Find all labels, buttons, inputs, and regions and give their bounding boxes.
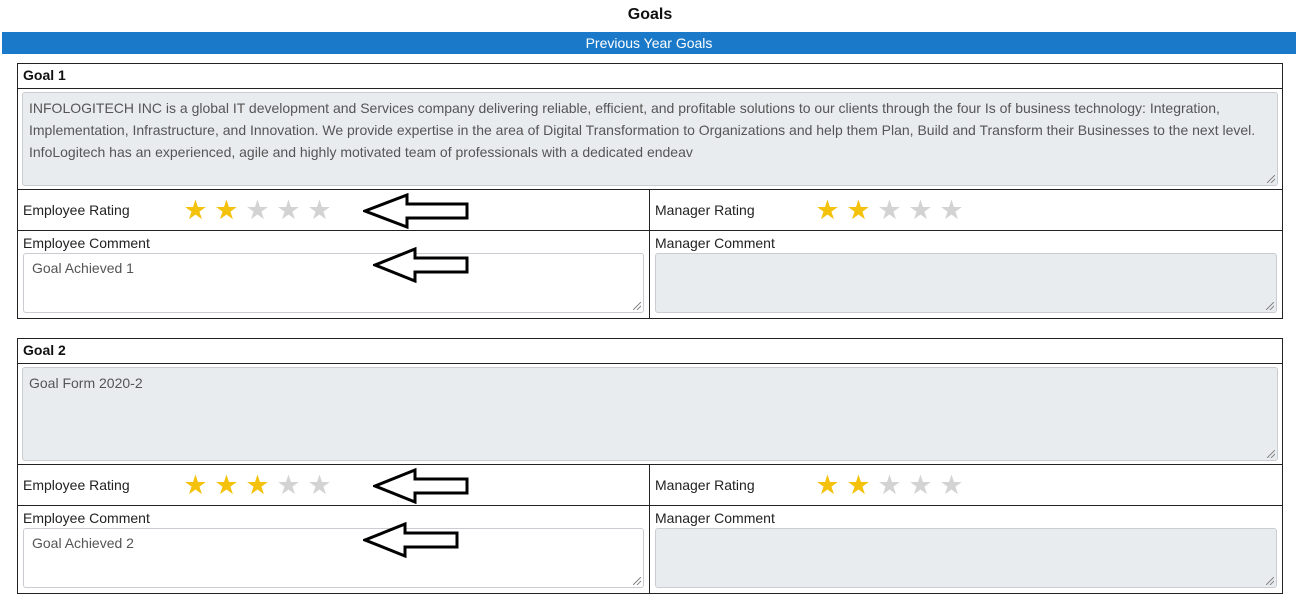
star-icon: ★	[815, 469, 840, 500]
star-icon[interactable]: ★	[212, 471, 241, 499]
left-arrow-icon	[363, 522, 459, 558]
employee-rating-cell: Employee Rating ★ ★ ★ ★ ★	[18, 190, 650, 230]
star-icon: ★	[877, 469, 902, 500]
goal-description-field[interactable]: INFOLOGITECH INC is a global IT developm…	[22, 92, 1278, 186]
star-icon: ★	[815, 194, 840, 225]
manager-comment-label: Manager Comment	[655, 235, 775, 251]
employee-comment-label: Employee Comment	[23, 510, 150, 526]
star-icon: ★	[877, 194, 902, 225]
employee-comment-label: Employee Comment	[23, 235, 150, 251]
left-arrow-icon	[373, 468, 469, 504]
resize-grip-icon[interactable]	[1267, 450, 1275, 458]
manager-comment-input	[655, 528, 1277, 588]
employee-rating-stars[interactable]: ★ ★ ★ ★ ★	[181, 471, 334, 499]
star-icon[interactable]: ★	[243, 471, 272, 499]
employee-comment-input[interactable]: Goal Achieved 2	[23, 528, 644, 588]
resize-grip-icon	[1266, 302, 1274, 310]
manager-rating-cell: Manager Rating ★ ★ ★ ★ ★	[650, 465, 1282, 505]
employee-comment-cell: Employee Comment Goal Achieved 2	[18, 506, 650, 593]
star-icon: ★	[846, 469, 871, 500]
employee-rating-stars[interactable]: ★ ★ ★ ★ ★	[181, 196, 334, 224]
left-arrow-icon	[373, 247, 469, 283]
goal-card-2: Goal 2 Goal Form 2020-2 Employee Rating …	[17, 338, 1283, 594]
manager-comment-label: Manager Comment	[655, 510, 775, 526]
resize-grip-icon[interactable]	[633, 577, 641, 585]
manager-rating-cell: Manager Rating ★ ★ ★ ★ ★	[650, 190, 1282, 230]
manager-rating-label: Manager Rating	[655, 477, 755, 493]
manager-rating-label: Manager Rating	[655, 202, 755, 218]
manager-comment-input	[655, 253, 1277, 313]
manager-rating-stars: ★ ★ ★ ★ ★	[813, 469, 966, 500]
resize-grip-icon	[1266, 577, 1274, 585]
star-icon: ★	[939, 469, 964, 500]
employee-comment-input[interactable]: Goal Achieved 1	[23, 253, 644, 313]
star-icon: ★	[939, 194, 964, 225]
manager-comment-cell: Manager Comment	[650, 231, 1282, 318]
star-icon[interactable]: ★	[181, 196, 210, 224]
goal-title: Goal 1	[18, 64, 1282, 89]
goal-title: Goal 2	[18, 339, 1282, 364]
star-icon[interactable]: ★	[305, 196, 334, 224]
star-icon[interactable]: ★	[305, 471, 334, 499]
page-title: Goals	[627, 6, 673, 23]
star-icon: ★	[908, 469, 933, 500]
employee-rating-cell: Employee Rating ★ ★ ★ ★ ★	[18, 465, 650, 505]
employee-comment-text: Goal Achieved 1	[32, 260, 134, 276]
goal-card-1: Goal 1 INFOLOGITECH INC is a global IT d…	[17, 63, 1283, 319]
employee-rating-label: Employee Rating	[23, 477, 130, 493]
goal-description-text: Goal Form 2020-2	[29, 375, 143, 391]
star-icon: ★	[846, 194, 871, 225]
star-icon[interactable]: ★	[274, 471, 303, 499]
goal-description-text: INFOLOGITECH INC is a global IT developm…	[29, 100, 1256, 160]
star-icon: ★	[908, 194, 933, 225]
resize-grip-icon[interactable]	[633, 302, 641, 310]
star-icon[interactable]: ★	[181, 471, 210, 499]
star-icon[interactable]: ★	[243, 196, 272, 224]
star-icon[interactable]: ★	[212, 196, 241, 224]
section-header: Previous Year Goals	[2, 32, 1296, 54]
manager-comment-cell: Manager Comment	[650, 506, 1282, 593]
left-arrow-icon	[363, 193, 469, 229]
employee-comment-text: Goal Achieved 2	[32, 535, 134, 551]
star-icon[interactable]: ★	[274, 196, 303, 224]
manager-rating-stars: ★ ★ ★ ★ ★	[813, 194, 966, 225]
resize-grip-icon[interactable]	[1267, 175, 1275, 183]
employee-rating-label: Employee Rating	[23, 202, 130, 218]
goal-description-field[interactable]: Goal Form 2020-2	[22, 367, 1278, 461]
employee-comment-cell: Employee Comment Goal Achieved 1	[18, 231, 650, 318]
